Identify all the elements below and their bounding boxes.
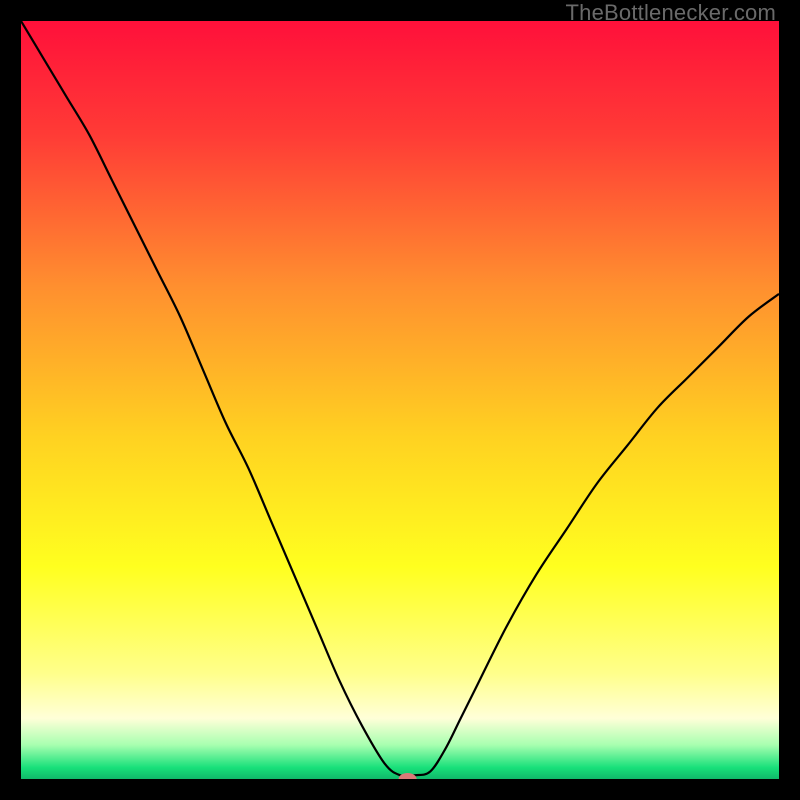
watermark-text: TheBottlenecker.com xyxy=(566,0,776,26)
bottleneck-chart xyxy=(21,21,779,779)
chart-frame xyxy=(21,21,779,779)
